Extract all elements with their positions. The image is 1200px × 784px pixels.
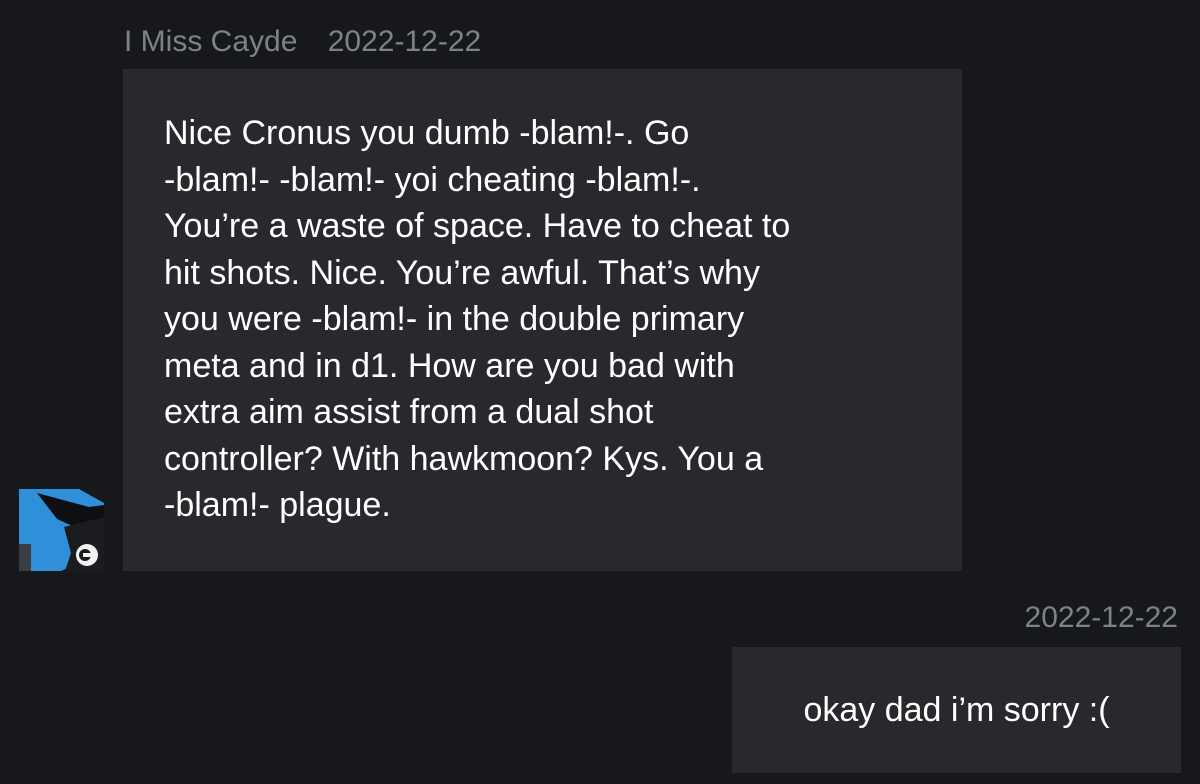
- incoming-timestamp: 2022-12-22: [327, 25, 482, 58]
- incoming-message-header: I Miss Cayde 2022-12-22: [124, 24, 481, 60]
- sender-name[interactable]: I Miss Cayde: [124, 25, 297, 58]
- incoming-message-text: Nice Cronus you dumb -blam!-. Go -blam!-…: [164, 114, 791, 524]
- outgoing-message-text: okay dad i’m sorry :(: [803, 691, 1110, 729]
- outgoing-message-bubble[interactable]: okay dad i’m sorry :(: [732, 647, 1181, 773]
- wolf-emblem-icon: [19, 489, 104, 571]
- avatar[interactable]: [19, 489, 104, 571]
- outgoing-timestamp: 2022-12-22: [1024, 601, 1178, 634]
- incoming-message-bubble[interactable]: Nice Cronus you dumb -blam!-. Go -blam!-…: [123, 69, 962, 571]
- conversation-view: I Miss Cayde 2022-12-22 Nice Cronus you …: [0, 0, 1200, 784]
